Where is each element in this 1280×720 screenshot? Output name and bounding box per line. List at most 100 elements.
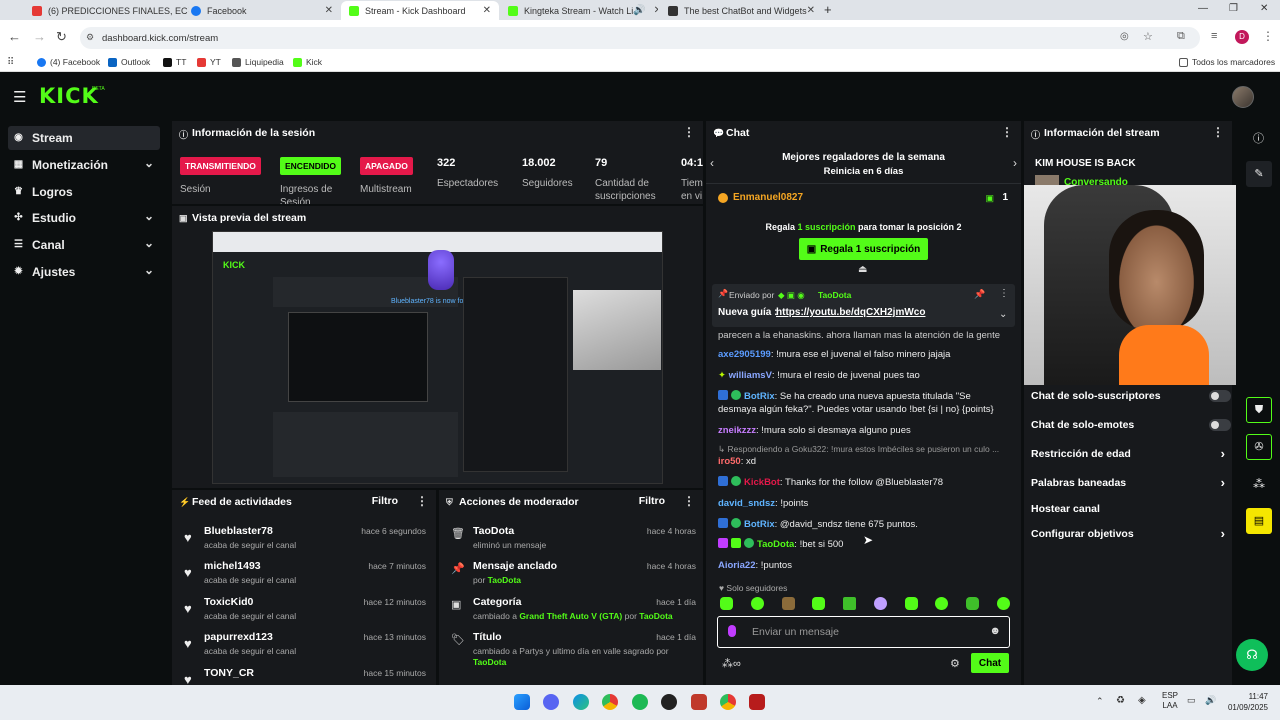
sidebar-item-logros[interactable]: ♛ Logros <box>8 180 160 204</box>
stream-preview-video[interactable]: KICK Blueblaster78 is now following! <box>212 231 663 484</box>
tray-app-icon[interactable]: ♻ <box>1116 695 1125 706</box>
emote-icon[interactable] <box>996 597 1010 610</box>
bookmark-item[interactable]: Liquipedia <box>232 57 284 67</box>
points-icon[interactable]: ⁂ <box>1246 471 1272 497</box>
gift-sub-button[interactable]: ▣ Regala 1 suscripción <box>799 238 928 260</box>
profile-avatar[interactable]: D <box>1235 30 1249 44</box>
browser-tab[interactable]: The best ChatBot and Widgets ✕ <box>660 1 820 20</box>
discord-icon[interactable] <box>543 694 559 710</box>
windows-start-icon[interactable] <box>514 694 530 710</box>
emote-icon[interactable] <box>873 597 887 610</box>
bookmark-item[interactable]: Outlook <box>108 57 150 67</box>
emote-icon[interactable] <box>781 597 795 610</box>
pinned-link[interactable]: https://youtu.be/dqCXH2jmWco <box>776 307 925 318</box>
emote-icon[interactable] <box>935 597 949 610</box>
age-restriction-setting[interactable]: Restricción de edad › <box>1031 446 1231 461</box>
tray-app-icon[interactable]: ◈ <box>1138 695 1146 706</box>
all-bookmarks[interactable]: Todos los marcadores <box>1179 57 1275 67</box>
emote-icon[interactable] <box>843 597 857 610</box>
eye-off-icon[interactable]: ◎ <box>1120 31 1129 42</box>
chevron-right-icon[interactable]: › <box>1013 156 1017 170</box>
kick-logo[interactable]: KICK <box>39 84 99 108</box>
emote-icon[interactable] <box>750 597 764 610</box>
obs-icon[interactable] <box>661 694 677 710</box>
dota-icon[interactable] <box>749 694 765 710</box>
emote-icon[interactable] <box>812 597 826 610</box>
close-icon[interactable]: ✕ <box>483 5 491 16</box>
star-icon[interactable]: ☆ <box>1143 30 1153 43</box>
banned-words-setting[interactable]: Palabras baneadas › <box>1031 475 1231 490</box>
chrome-icon[interactable] <box>602 694 618 710</box>
sidebar-item-stream[interactable]: ◉ Stream <box>8 126 160 150</box>
forward-icon[interactable]: → <box>33 29 46 44</box>
browser-tab[interactable]: (6) PREDICCIONES FINALES, EC✕ <box>24 1 189 20</box>
media-icon[interactable]: ≡ <box>1211 30 1217 42</box>
emotes-only-toggle[interactable] <box>1209 419 1231 431</box>
host-channel-setting[interactable]: Hostear canal <box>1031 503 1231 515</box>
bookmark-item[interactable]: Kick <box>293 57 322 67</box>
network-icon[interactable]: ▭ <box>1187 695 1196 706</box>
gear-icon[interactable]: ⚙ <box>950 657 960 670</box>
collapse-icon[interactable]: ⏏ <box>858 264 867 275</box>
toolbox-icon[interactable] <box>691 694 707 710</box>
minimize-icon[interactable]: — <box>1198 3 1208 14</box>
restore-icon[interactable]: ❐ <box>1229 3 1238 14</box>
sidebar-item-canal[interactable]: ☰ Canal ⌄ <box>8 233 160 257</box>
avatar[interactable] <box>1232 86 1254 108</box>
edge-icon[interactable] <box>573 694 589 710</box>
chat-input[interactable]: Enviar un mensaje <box>752 626 839 638</box>
emote-icon[interactable] <box>966 597 980 610</box>
more-icon[interactable]: ⋮ <box>1212 125 1224 139</box>
goals-setting[interactable]: Configurar objetivos › <box>1031 526 1231 541</box>
url-field[interactable]: ⚙ dashboard.kick.com/stream ◎ ☆ <box>80 27 1200 49</box>
emote-icon[interactable] <box>904 597 918 610</box>
spotify-icon[interactable] <box>632 694 648 710</box>
support-icon[interactable]: ☊ <box>1236 639 1268 671</box>
close-icon[interactable]: ✕ <box>654 5 658 16</box>
emoji-icon[interactable]: ☻ <box>989 625 1001 637</box>
calendar-icon[interactable]: ▤ <box>1246 508 1272 534</box>
edit-icon[interactable]: ✎ <box>1246 161 1272 187</box>
unpin-icon[interactable]: 📌 <box>974 289 985 300</box>
back-icon[interactable]: ← <box>8 29 21 44</box>
clock[interactable]: 11:47 01/09/2025 <box>1222 691 1268 713</box>
filter-button[interactable]: Filtro <box>372 495 398 507</box>
emote-icon[interactable] <box>720 597 733 610</box>
more-icon[interactable]: ⋮ <box>999 288 1009 299</box>
audio-icon[interactable]: 🔊 <box>633 5 645 16</box>
more-icon[interactable]: ⋮ <box>683 494 695 508</box>
site-info-icon[interactable]: ⚙ <box>86 32 94 43</box>
apps-icon[interactable]: ⠿ <box>7 57 14 68</box>
send-chat-button[interactable]: Chat <box>971 653 1009 673</box>
points-icon[interactable]: ⁂∞ <box>722 657 741 670</box>
info-icon[interactable]: ⓘ <box>1253 130 1264 146</box>
chevron-down-icon[interactable]: ⌄ <box>999 309 1007 320</box>
sidebar-item-ajustes[interactable]: ✹ Ajustes ⌄ <box>8 260 160 284</box>
sidebar-item-monetizacion[interactable]: ▦ Monetización ⌄ <box>8 153 160 177</box>
bookmark-item[interactable]: TT <box>163 57 186 67</box>
chrome-icon[interactable] <box>720 694 736 710</box>
sidebar-item-estudio[interactable]: ✣ Estudio ⌄ <box>8 206 160 230</box>
browser-tab[interactable]: Kingteka Stream - Watch Li 🔊 ✕ <box>500 1 658 20</box>
extensions-icon[interactable]: ⧉ <box>1177 30 1185 43</box>
tray-chevron-icon[interactable]: ⌃ <box>1096 696 1104 707</box>
browser-tab-active[interactable]: Stream - Kick Dashboard ✕ <box>341 1 499 20</box>
volume-icon[interactable]: 🔊 <box>1205 695 1216 706</box>
filter-button[interactable]: Filtro <box>639 495 665 507</box>
more-icon[interactable]: ⋮ <box>683 125 695 139</box>
wrench-icon[interactable]: ✇ <box>1246 434 1272 460</box>
reload-icon[interactable]: ↻ <box>56 29 67 45</box>
language-indicator[interactable]: ESP LAA <box>1162 691 1178 711</box>
chat-input-box[interactable]: Enviar un mensaje ☻ <box>717 616 1010 648</box>
close-icon[interactable]: ✕ <box>807 5 815 16</box>
subscribers-only-toggle[interactable] <box>1209 390 1231 402</box>
more-icon[interactable]: ⋮ <box>416 494 428 508</box>
bookmark-item[interactable]: (4) Facebook <box>37 57 100 67</box>
menu-icon[interactable]: ⋮ <box>1262 29 1274 43</box>
more-icon[interactable]: ⋮ <box>1001 125 1013 139</box>
hamburger-icon[interactable]: ☰ <box>13 88 26 106</box>
window-close-icon[interactable]: ✕ <box>1260 3 1268 14</box>
bookmark-item[interactable]: YT <box>197 57 221 67</box>
close-icon[interactable]: ✕ <box>325 5 333 16</box>
new-tab-button[interactable]: + <box>824 2 832 17</box>
